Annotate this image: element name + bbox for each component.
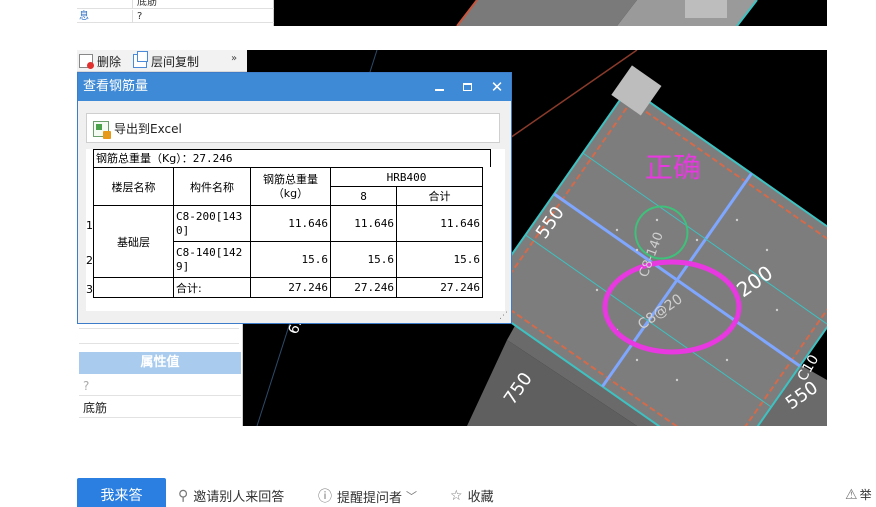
warning-icon: ⚠ (845, 486, 858, 503)
close-icon: ✕ (490, 78, 504, 96)
delete-button[interactable]: 删除 (79, 52, 121, 70)
star-icon: ☆ (450, 487, 463, 504)
main-screenshot: 550 200 550 750 C10 C8@20 C8-140 69 正确 删… (77, 50, 827, 426)
resize-grip-icon[interactable]: ⋰ (499, 311, 508, 321)
delete-label: 删除 (97, 54, 122, 69)
maximize-button[interactable] (453, 73, 481, 101)
copy-icon (133, 51, 148, 68)
report-link[interactable]: ⚠ 举 (845, 486, 872, 503)
floor-name-cell: 基础层 (93, 205, 174, 278)
person-add-icon: ⚲ (178, 487, 189, 504)
annotation-correct-label: 正确 (645, 151, 702, 184)
top-property-panel: 底筋 息 ? (77, 0, 274, 26)
property-row[interactable]: ? (79, 376, 241, 396)
member-name-cell: 合计: (173, 277, 251, 298)
export-excel-button[interactable]: 导出到Excel (93, 120, 182, 139)
member-name-cell: C8-140[1429] (173, 241, 251, 278)
excel-icon (93, 120, 111, 139)
header-total-weight: 钢筋总重量（kg） (250, 167, 331, 206)
header-member-name: 构件名称 (173, 167, 251, 206)
toolbar-more-icon[interactable]: » (231, 53, 237, 64)
maximize-icon (462, 82, 472, 91)
page: 底筋 息 ? 550 200 550 750 C10 C8@20 C8-140 … (0, 0, 876, 507)
minimize-icon (434, 88, 444, 91)
diameter-8-cell: 27.246 (330, 277, 397, 298)
total-weight-label: 钢筋总重量（Kg）： (96, 152, 193, 165)
subtotal-cell: 15.6 (396, 241, 483, 278)
top-panel-row: 息 ? (77, 10, 274, 23)
floor-name-cell (93, 277, 174, 298)
toolbar: 删除 层间复制 » (77, 50, 247, 72)
property-blank-row (79, 328, 239, 344)
invite-answer-link[interactable]: ⚲ 邀请别人来回答 (178, 486, 285, 506)
export-excel-label: 导出到Excel (114, 122, 182, 136)
header-subtotal: 合计 (396, 186, 483, 206)
member-name-cell: C8-200[1430] (173, 205, 251, 242)
total-weight-cell: 11.646 (250, 205, 331, 242)
table-row[interactable]: 合计: 27.246 27.246 27.246 (93, 277, 483, 298)
top-panel-key (77, 0, 133, 9)
diameter-8-cell: 11.646 (330, 205, 397, 242)
favorite-label: 收藏 (467, 490, 494, 505)
remind-asker-link[interactable]: ⓘ 提醒提问者 ﹀ (318, 486, 417, 506)
remind-label: 提醒提问者 (337, 490, 403, 506)
table-row[interactable]: 基础层 C8-200[1430] 11.646 11.646 11.646 (93, 205, 483, 278)
header-floor-name: 楼层名称 (93, 167, 174, 206)
export-toolbar: 导出到Excel (86, 113, 500, 143)
property-panel: 属性值 ? 底筋 (77, 320, 243, 426)
total-weight-cell: 15.6 (250, 241, 331, 278)
header-diameter: 8 (330, 186, 397, 206)
total-weight-line: 钢筋总重量（Kg）：27.246 (93, 149, 491, 167)
delete-icon (79, 54, 94, 69)
row-index: 2 (86, 254, 93, 267)
subtotal-cell: 11.646 (396, 205, 483, 242)
property-value-header: 属性值 (79, 352, 241, 374)
report-label: 举 (859, 488, 872, 502)
top-screenshot: 底筋 息 ? (77, 0, 827, 26)
top-panel-row: 底筋 (77, 0, 274, 9)
rebar-quantity-dialog: 查看钢筋量 ✕ 导出到Excel 钢筋总重量（Kg）：27.246 1 2 3 (77, 72, 512, 324)
close-button[interactable]: ✕ (483, 73, 511, 101)
floor-copy-button[interactable]: 层间复制 (133, 51, 200, 70)
chevron-down-icon: ﹀ (406, 490, 418, 503)
top-panel-value: ? (137, 11, 143, 22)
top-panel-value: 底筋 (137, 0, 157, 8)
property-row[interactable]: 底筋 (79, 398, 241, 418)
invite-label: 邀请别人来回答 (193, 490, 285, 505)
diameter-8-cell: 15.6 (330, 241, 397, 278)
total-weight-cell: 27.246 (250, 277, 331, 298)
row-index: 3 (86, 283, 93, 296)
row-index: 1 (86, 219, 93, 232)
header-grade: HRB400 (330, 167, 483, 187)
answer-button[interactable]: 我来答 (77, 478, 166, 507)
subtotal-cell: 27.246 (396, 277, 483, 298)
top-panel-key: 息 (77, 10, 133, 23)
rebar-table: 楼层名称 构件名称 钢筋总重量（kg） HRB400 8 合计 基础层 C8-2… (93, 167, 483, 298)
total-weight-value: 27.246 (192, 152, 233, 165)
floor-copy-label: 层间复制 (151, 54, 200, 69)
minimize-button[interactable] (425, 73, 453, 101)
favorite-link[interactable]: ☆ 收藏 (450, 486, 494, 506)
rebar-grid: 钢筋总重量（Kg）：27.246 1 2 3 楼层名称 构件名称 钢筋总重量（k… (86, 149, 505, 311)
info-icon: ⓘ (318, 489, 332, 505)
